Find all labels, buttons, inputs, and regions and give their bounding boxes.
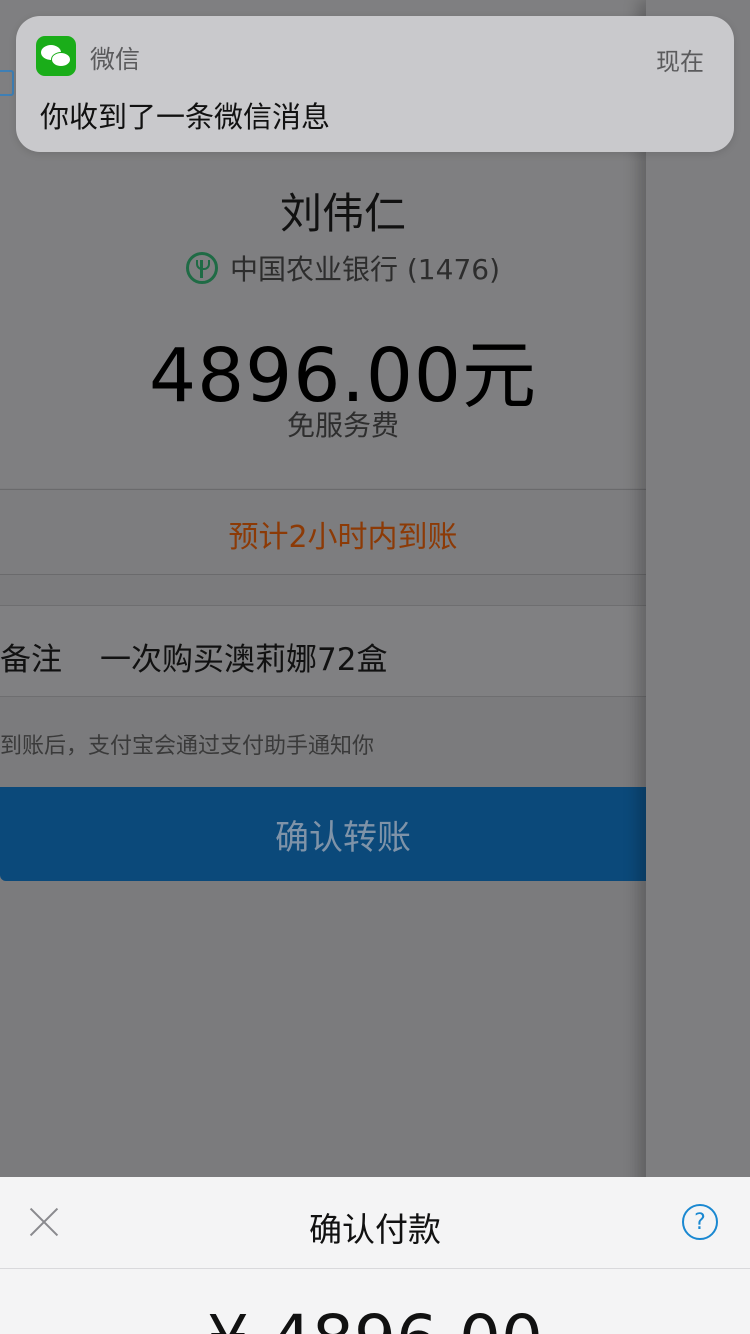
remark-value: 一次购买澳莉娜72盒 [100, 642, 388, 678]
sheet-header: 确认付款 ? [0, 1177, 750, 1269]
notification-app-name: 微信 [90, 45, 141, 74]
payment-confirm-sheet: 确认付款 ? ¥ 4896.00 [0, 1177, 750, 1334]
arrival-estimate[interactable]: 预计2小时内到账 [0, 489, 646, 575]
wechat-icon [36, 36, 76, 76]
abc-bank-logo-icon [185, 252, 218, 284]
notification-message: 你收到了一条微信消息 [40, 100, 331, 134]
fee-note: 免服务费 [286, 409, 399, 442]
recipient-name: 刘伟仁 [279, 189, 406, 238]
transfer-page: 刘伟仁 中国农业银行 (1476) 4896.00元 免服务费 预计2小时内到账… [0, 0, 646, 1334]
confirm-transfer-button[interactable]: 确认转账 [0, 787, 646, 881]
wechat-notification-banner[interactable]: 微信 现在 你收到了一条微信消息 [16, 16, 734, 152]
arrival-estimate-label: 预计2小时内到账 [228, 520, 458, 555]
remark-label: 备注 [0, 642, 62, 678]
sheet-title: 确认付款 [309, 1210, 441, 1249]
confirm-transfer-label: 确认转账 [275, 817, 411, 858]
page-shadow-edge [646, 0, 750, 1334]
bank-account-row: 中国农业银行 (1476) [0, 248, 646, 288]
help-icon[interactable]: ? [682, 1204, 718, 1240]
back-icon[interactable] [0, 70, 14, 96]
remark-field[interactable]: 备注 一次购买澳莉娜72盒 [0, 605, 646, 697]
payment-amount: ¥ 4896.00 [0, 1307, 750, 1334]
notify-hint: 到账后，支付宝会通过支付助手通知你 [0, 734, 375, 759]
bank-name: 中国农业银行 (1476) [229, 253, 500, 286]
notification-time: 现在 [656, 48, 704, 76]
